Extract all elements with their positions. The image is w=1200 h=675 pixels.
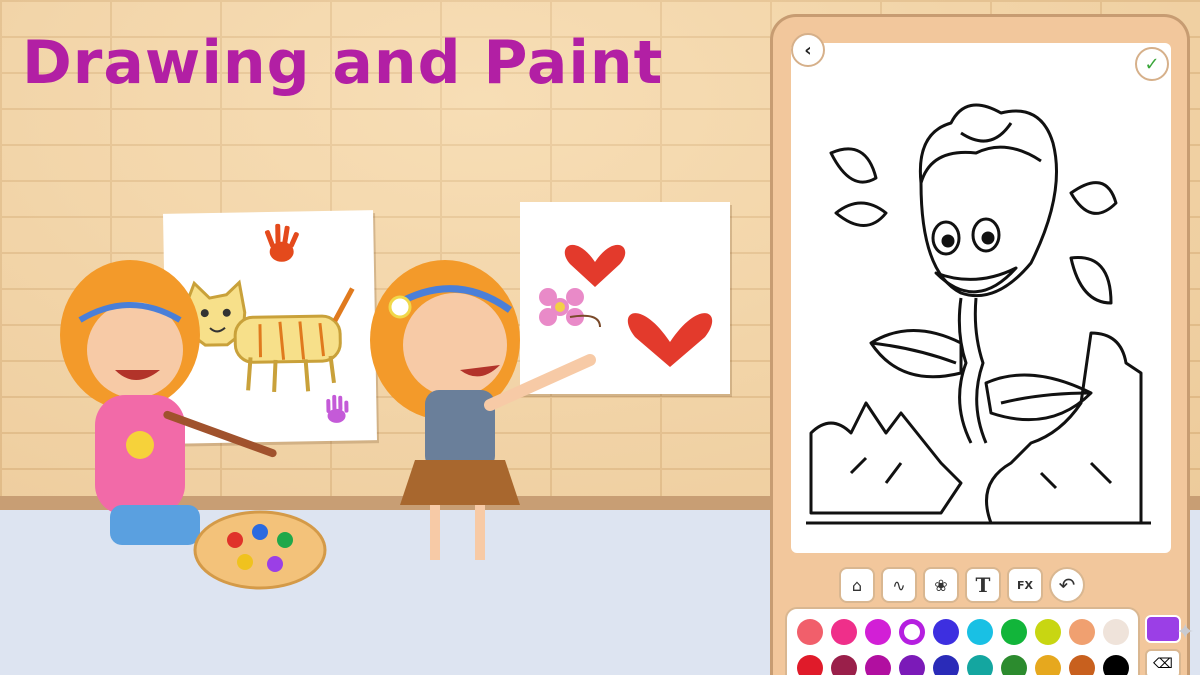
color-swatch[interactable] (865, 655, 891, 675)
fill-bucket-icon[interactable]: ⌂ (839, 567, 875, 603)
color-swatch[interactable] (865, 619, 891, 645)
drawing-canvas[interactable] (791, 43, 1171, 553)
girl-painting-illustration (60, 260, 327, 590)
paint-palette (193, 510, 327, 590)
text-icon[interactable]: T (965, 567, 1001, 603)
eraser-icon[interactable]: ⌫ (1145, 649, 1181, 675)
tool-bar: ⌂ ∿ ❀ T FX ↶ (839, 567, 1129, 605)
color-swatch[interactable] (831, 655, 857, 675)
color-swatch[interactable] (1001, 619, 1027, 645)
color-swatch[interactable] (831, 619, 857, 645)
color-swatch[interactable] (967, 619, 993, 645)
done-button[interactable]: ✓ (1135, 47, 1169, 81)
color-palette (785, 607, 1140, 675)
girl-drawing-illustration (370, 260, 596, 560)
stamp-icon[interactable]: ❀ (923, 567, 959, 603)
color-swatch[interactable] (1069, 655, 1095, 675)
effects-icon[interactable]: FX (1007, 567, 1043, 603)
color-swatch[interactable] (933, 655, 959, 675)
color-swatch[interactable] (1001, 655, 1027, 675)
undo-icon[interactable]: ↶ (1049, 567, 1085, 603)
phone-mockup: ‹ ✓ ⌂ ∿ ❀ T FX ↶ ⌫ (770, 14, 1190, 675)
color-swatch-selected[interactable] (899, 619, 925, 645)
color-swatch[interactable] (1103, 619, 1129, 645)
color-swatch[interactable] (899, 655, 925, 675)
color-swatch[interactable] (797, 619, 823, 645)
rose-coloring-page (806, 103, 1151, 525)
color-swatch[interactable] (933, 619, 959, 645)
sparkle-icon: ✦ (1176, 620, 1195, 645)
color-swatch[interactable] (1035, 619, 1061, 645)
color-swatch[interactable] (1103, 655, 1129, 675)
app-title: Drawing and Paint (22, 28, 664, 98)
color-swatch[interactable] (797, 655, 823, 675)
color-swatch[interactable] (1035, 655, 1061, 675)
color-swatch[interactable] (1069, 619, 1095, 645)
color-swatch[interactable] (967, 655, 993, 675)
back-button[interactable]: ‹ (791, 33, 825, 67)
brush-stroke-icon[interactable]: ∿ (881, 567, 917, 603)
